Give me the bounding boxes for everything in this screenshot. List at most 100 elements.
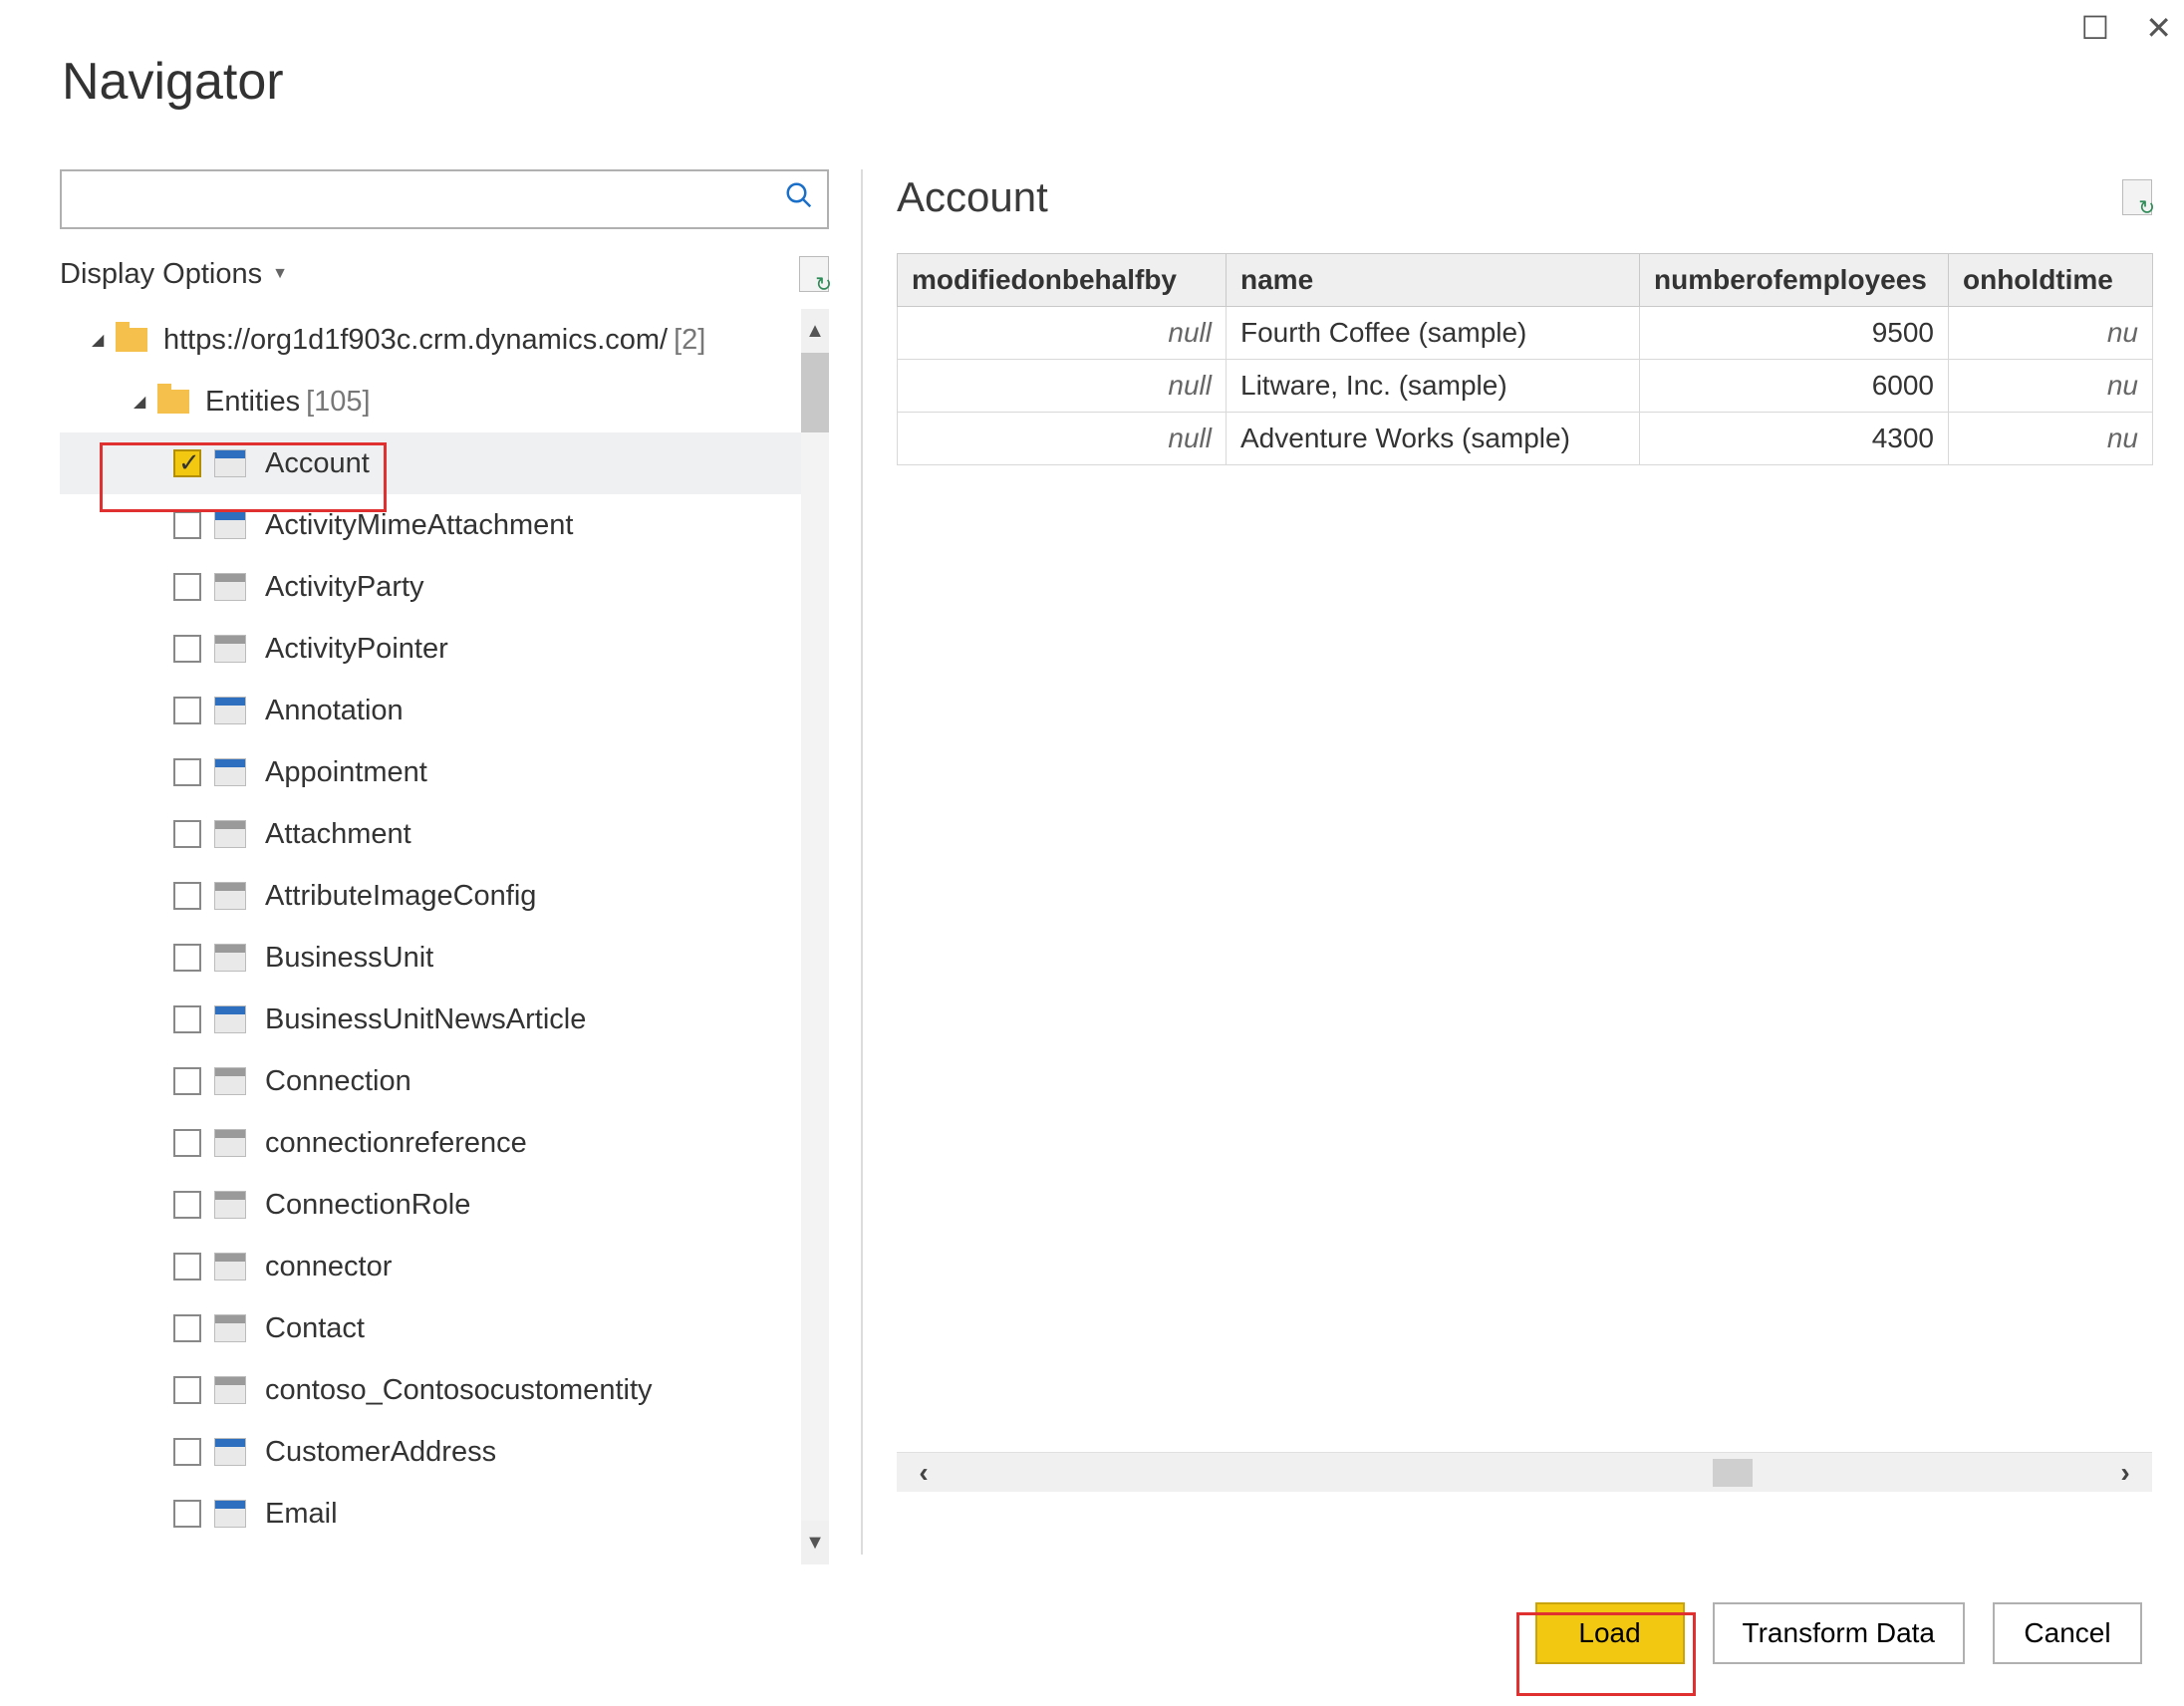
tree-node-entities[interactable]: ◢ Entities [105] — [60, 371, 801, 432]
entity-label: BusinessUnit — [265, 942, 433, 975]
tree-scrollbar[interactable]: ▲ ▼ — [801, 309, 829, 1564]
entity-checkbox[interactable] — [173, 1191, 201, 1219]
cell-name: Adventure Works (sample) — [1227, 413, 1640, 465]
transform-data-button[interactable]: Transform Data — [1713, 1602, 1965, 1664]
entity-checkbox[interactable] — [173, 449, 201, 477]
table-icon — [215, 1377, 245, 1403]
entity-label: Annotation — [265, 695, 404, 727]
table-icon — [215, 945, 245, 971]
entity-checkbox[interactable] — [173, 1314, 201, 1342]
tree-node-entity[interactable]: BusinessUnit — [60, 927, 801, 989]
table-icon — [215, 1006, 245, 1032]
tree-node-entity[interactable]: AttributeImageConfig — [60, 865, 801, 927]
tree-node-entity[interactable]: connector — [60, 1236, 801, 1297]
cell-modifiedonbehalfby: null — [898, 413, 1227, 465]
tree-node-entity[interactable]: ActivityParty — [60, 556, 801, 618]
scroll-left-icon[interactable]: ‹ — [897, 1453, 951, 1492]
table-icon — [215, 883, 245, 909]
cell-modifiedonbehalfby: null — [898, 360, 1227, 413]
preview-h-scrollbar[interactable]: ‹ › — [897, 1452, 2152, 1492]
cancel-button[interactable]: Cancel — [1993, 1602, 2142, 1664]
entity-label: connector — [265, 1251, 392, 1283]
cell-onholdtime: nu — [1949, 360, 2153, 413]
scroll-up-icon[interactable]: ▲ — [801, 309, 829, 353]
entity-checkbox[interactable] — [173, 511, 201, 539]
scroll-right-icon[interactable]: › — [2098, 1453, 2152, 1492]
column-header[interactable]: modifiedonbehalfby — [898, 254, 1227, 307]
tree-node-count: [105] — [306, 386, 371, 419]
column-header[interactable]: onholdtime — [1949, 254, 2153, 307]
cell-onholdtime: nu — [1949, 413, 2153, 465]
tree-node-entity[interactable]: contoso_Contosocustomentity — [60, 1359, 801, 1421]
table-icon — [215, 698, 245, 723]
table-icon — [215, 1130, 245, 1156]
entity-label: Appointment — [265, 756, 427, 789]
column-header[interactable]: name — [1227, 254, 1640, 307]
entity-checkbox[interactable] — [173, 1438, 201, 1466]
search-box[interactable] — [60, 169, 829, 229]
tree-node-entity[interactable]: ActivityPointer — [60, 618, 801, 680]
search-icon[interactable] — [771, 180, 827, 218]
tree-node-entity[interactable]: ActivityMimeAttachment — [60, 494, 801, 556]
entity-checkbox[interactable] — [173, 882, 201, 910]
window-controls: ☐ ✕ — [2081, 12, 2173, 44]
display-options-dropdown[interactable]: Display Options ▼ — [60, 258, 288, 291]
scroll-thumb[interactable] — [801, 353, 829, 432]
table-row[interactable]: nullLitware, Inc. (sample)6000nu — [898, 360, 2153, 413]
table-row[interactable]: nullAdventure Works (sample)4300nu — [898, 413, 2153, 465]
entity-label: ConnectionRole — [265, 1189, 470, 1222]
tree-node-entity[interactable]: Annotation — [60, 680, 801, 741]
tree-node-entity[interactable]: connectionreference — [60, 1112, 801, 1174]
entity-label: BusinessUnitNewsArticle — [265, 1003, 586, 1036]
tree-node-entity[interactable]: Attachment — [60, 803, 801, 865]
entity-checkbox[interactable] — [173, 697, 201, 724]
panel-divider — [861, 169, 863, 1555]
tree-node-entity[interactable]: Appointment — [60, 741, 801, 803]
entity-checkbox[interactable] — [173, 1067, 201, 1095]
column-header[interactable]: numberofemployees — [1640, 254, 1949, 307]
entity-checkbox[interactable] — [173, 1500, 201, 1528]
entity-label: ActivityMimeAttachment — [265, 509, 573, 542]
tree-node-root[interactable]: ◢ https://org1d1f903c.crm.dynamics.com/ … — [60, 309, 801, 371]
tree-node-label: Entities — [205, 386, 300, 419]
tree-node-entity[interactable]: Email — [60, 1483, 801, 1545]
cell-name: Fourth Coffee (sample) — [1227, 307, 1640, 360]
refresh-preview-icon[interactable] — [2122, 179, 2152, 215]
scroll-thumb[interactable] — [1713, 1459, 1753, 1487]
tree-node-entity[interactable]: Contact — [60, 1297, 801, 1359]
close-icon[interactable]: ✕ — [2145, 12, 2172, 44]
preview-table: modifiedonbehalfbynamenumberofemployeeso… — [897, 253, 2153, 465]
tree-node-entity[interactable]: Account — [60, 432, 801, 494]
tree-node-entity[interactable]: BusinessUnitNewsArticle — [60, 989, 801, 1050]
entity-checkbox[interactable] — [173, 635, 201, 663]
scroll-down-icon[interactable]: ▼ — [801, 1521, 829, 1564]
entity-checkbox[interactable] — [173, 1129, 201, 1157]
collapse-icon[interactable]: ◢ — [134, 392, 157, 412]
table-icon — [215, 574, 245, 600]
cell-modifiedonbehalfby: null — [898, 307, 1227, 360]
cell-numberofemployees: 9500 — [1640, 307, 1949, 360]
search-input[interactable] — [62, 183, 771, 215]
entity-checkbox[interactable] — [173, 758, 201, 786]
table-icon — [215, 1068, 245, 1094]
entity-label: CustomerAddress — [265, 1436, 496, 1469]
entity-checkbox[interactable] — [173, 820, 201, 848]
table-icon — [215, 1254, 245, 1280]
tree-node-entity[interactable]: CustomerAddress — [60, 1421, 801, 1483]
maximize-icon[interactable]: ☐ — [2081, 12, 2110, 44]
entity-checkbox[interactable] — [173, 1253, 201, 1280]
dialog-footer: Load Transform Data Cancel — [1535, 1602, 2142, 1664]
entity-checkbox[interactable] — [173, 944, 201, 972]
tree-node-entity[interactable]: Connection — [60, 1050, 801, 1112]
entity-checkbox[interactable] — [173, 1376, 201, 1404]
table-icon — [215, 512, 245, 538]
entity-checkbox[interactable] — [173, 573, 201, 601]
refresh-preview-icon[interactable] — [799, 256, 829, 292]
table-icon — [215, 1192, 245, 1218]
collapse-icon[interactable]: ◢ — [92, 330, 116, 350]
tree-node-entity[interactable]: ConnectionRole — [60, 1174, 801, 1236]
load-button[interactable]: Load — [1535, 1602, 1685, 1664]
table-icon — [215, 821, 245, 847]
entity-checkbox[interactable] — [173, 1005, 201, 1033]
table-row[interactable]: nullFourth Coffee (sample)9500nu — [898, 307, 2153, 360]
